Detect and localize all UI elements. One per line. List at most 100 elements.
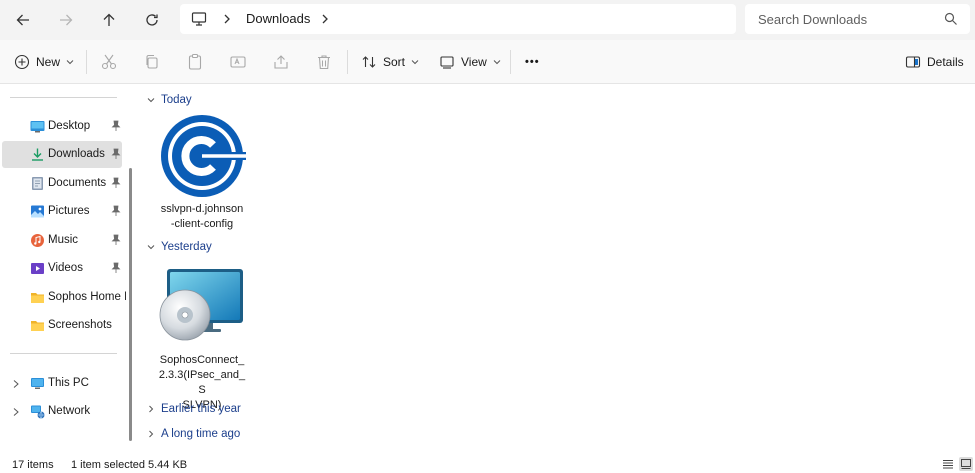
copy-icon [146,54,158,69]
breadcrumb-downloads[interactable]: Downloads [246,11,310,26]
share-icon [274,55,288,69]
chevron-right-icon [224,14,230,24]
sidebar-item-downloads[interactable]: Downloads [2,141,122,168]
group-label: Earlier this year [161,403,241,415]
desktop-icon [30,121,45,133]
documents-icon [32,177,43,190]
file-name-line: -client-config [170,218,234,230]
forward-button[interactable] [53,7,79,33]
item-count: 17 items [12,459,54,471]
pin-icon[interactable] [110,177,122,189]
pictures-icon [31,205,44,218]
new-button[interactable]: New [14,49,74,75]
chevron-right-icon[interactable] [320,13,330,25]
view-label: View [461,55,487,69]
tiles-view-icon [961,459,971,469]
rename-button[interactable] [229,53,247,71]
folder-icon [31,293,44,303]
chevron-down-icon [147,98,155,103]
group-label: Today [161,94,192,106]
more-options-icon: ••• [525,56,540,68]
sidebar-item-music[interactable]: Music [2,227,122,254]
cut-button[interactable] [100,53,118,71]
videos-icon [31,263,44,274]
group-header-today[interactable]: Today [147,91,192,109]
arrow-up-icon [103,13,115,26]
chevron-down-icon [411,60,419,65]
file-name-line: 2.3.3(IPsec_and_S [158,369,246,396]
separator [510,50,511,74]
selection-count: 1 item selected [71,459,145,471]
sidebar-item-this-pc[interactable]: This PC [2,370,122,397]
folder-icon [31,321,44,331]
search-icon [944,12,957,25]
pin-icon[interactable] [110,120,122,132]
details-button[interactable]: Details [905,49,964,75]
large-icons-view-toggle[interactable] [959,457,973,471]
address-bar: Downloads Search Downloads [0,0,975,40]
network-icon [31,405,45,419]
address-field[interactable]: Downloads [180,4,736,34]
back-button[interactable] [10,7,36,33]
this-pc-icon [31,378,44,389]
sidebar-item-label: Network [48,405,91,417]
share-button[interactable] [272,53,290,71]
refresh-button[interactable] [139,7,165,33]
sidebar-item-network[interactable]: Network [2,398,122,425]
group-label: Yesterday [161,241,212,253]
chevron-down-icon [66,60,74,65]
monitor-icon [191,12,207,26]
sidebar-item-sophos-home-lab[interactable]: Sophos Home Lab [2,284,126,311]
group-label: A long time ago [161,428,241,440]
sidebar-item-videos[interactable]: Videos [2,255,122,282]
search-input[interactable]: Search Downloads [745,4,970,34]
arrow-right-icon [60,14,73,26]
details-view-toggle[interactable] [941,457,955,471]
chevron-down-icon [493,60,501,65]
sidebar-item-desktop[interactable]: Desktop [2,113,122,140]
file-name-line: SophosConnect_ [159,354,245,366]
search-placeholder: Search Downloads [758,12,868,27]
sidebar-item-documents[interactable]: Documents [2,170,122,197]
copy-button[interactable] [143,53,161,71]
file-tile-sophosconnect-installer[interactable]: SophosConnect_ 2.3.3(IPsec_and_S SLVPN) [152,267,252,413]
group-header-yesterday[interactable]: Yesterday [147,238,212,256]
sidebar-item-label: Screenshots [48,319,112,331]
file-tile-sslvpn-config[interactable]: sslvpn-d.johnson -client-config [152,112,252,232]
sidebar-item-label: Sophos Home Lab [48,291,126,303]
up-button[interactable] [96,7,122,33]
sidebar-scrollbar[interactable] [129,168,132,441]
chevron-right-icon [149,430,154,438]
rename-icon [230,56,246,68]
view-button[interactable]: View [439,49,501,75]
details-label: Details [927,55,964,69]
sort-label: Sort [383,55,406,69]
sort-button[interactable]: Sort [361,49,419,75]
chevron-right-icon[interactable] [12,407,20,417]
music-icon [31,234,44,247]
separator [10,353,117,354]
refresh-icon [146,14,158,26]
group-header-earlier-this-year[interactable]: Earlier this year [147,400,241,418]
group-header-a-long-time-ago[interactable]: A long time ago [147,425,240,443]
plus-circle-icon [14,54,30,70]
installer-disc-icon [159,269,243,341]
sort-icon [362,56,376,68]
sidebar-item-pictures[interactable]: Pictures [2,198,122,225]
delete-button[interactable] [315,53,333,71]
download-icon [32,148,43,161]
chevron-right-icon[interactable] [12,379,20,389]
scissors-icon [101,54,117,70]
sidebar-item-screenshots[interactable]: Screenshots [2,312,122,339]
pin-icon[interactable] [110,205,122,217]
more-options-button[interactable]: ••• [525,49,540,75]
pin-icon[interactable] [110,148,122,160]
pin-icon[interactable] [110,262,122,274]
sophos-connect-config-icon [161,115,246,197]
pin-icon[interactable] [110,234,122,246]
list-view-icon [943,460,953,469]
separator [347,50,348,74]
chevron-right-icon [149,405,154,413]
paste-button[interactable] [186,53,204,71]
clipboard-icon [188,53,202,70]
